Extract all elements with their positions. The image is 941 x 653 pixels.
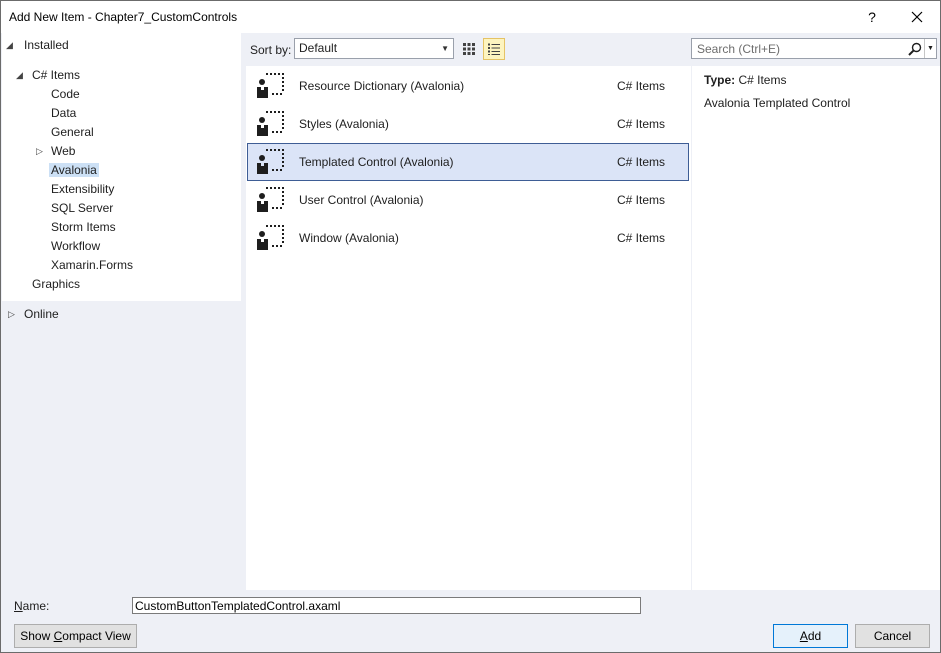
name-label: Name: <box>14 599 49 613</box>
avalonia-template-icon <box>257 73 284 98</box>
tree-item-workflow[interactable]: Workflow <box>51 237 100 256</box>
button-label-rest: dd <box>807 629 822 643</box>
item-category: C# Items <box>617 155 666 169</box>
button-label-rest: ompact View <box>62 629 131 643</box>
close-button[interactable] <box>894 1 940 32</box>
collapsed-arrow-icon[interactable]: ▷ <box>8 305 15 324</box>
tree-item-label: Avalonia <box>49 163 99 177</box>
tree-item-label: SQL Server <box>51 201 114 215</box>
tree-item-label: General <box>51 125 94 139</box>
search-icon <box>908 42 922 56</box>
tree-item-label: Web <box>51 144 76 158</box>
tree-item-label: Extensibility <box>51 182 115 196</box>
sort-dropdown[interactable]: Default ▼ <box>294 38 454 59</box>
item-category: C# Items <box>617 79 666 93</box>
tree-item-label: Code <box>51 87 80 101</box>
add-new-item-dialog: Add New Item - Chapter7_CustomControls ?… <box>0 0 941 653</box>
list-view-button[interactable] <box>483 38 505 60</box>
avalonia-template-icon <box>257 225 284 250</box>
item-category: C# Items <box>617 231 666 245</box>
name-field[interactable] <box>132 597 641 614</box>
tree-item-storm-items[interactable]: Storm Items <box>51 218 116 237</box>
help-icon: ? <box>868 8 876 25</box>
grid-view-icon <box>463 43 475 55</box>
tree-item-general[interactable]: General <box>51 123 94 142</box>
list-item-templated-control[interactable]: Templated Control (Avalonia) C# Items <box>247 143 689 181</box>
sort-value: Default <box>299 41 338 55</box>
tree-item-avalonia[interactable]: Avalonia <box>49 161 99 180</box>
button-label: Cancel <box>873 629 912 643</box>
detail-type: Type: C# Items <box>704 73 786 87</box>
list-item-window[interactable]: Window (Avalonia) C# Items <box>247 219 689 257</box>
detail-type-label: Type: <box>704 73 736 87</box>
name-label-rest: ame: <box>22 599 50 613</box>
template-tree: ◢ Installed ◢ C# Items Code Data General… <box>2 33 241 590</box>
sort-toolbar: Sort by: Default ▼ <box>246 37 686 61</box>
chevron-down-icon: ▼ <box>927 45 934 52</box>
list-item-resource-dictionary[interactable]: Resource Dictionary (Avalonia) C# Items <box>247 67 689 105</box>
detail-description: Avalonia Templated Control <box>704 96 851 110</box>
sort-label: Sort by: <box>250 43 292 57</box>
close-icon <box>911 11 923 22</box>
list-item-styles[interactable]: Styles (Avalonia) C# Items <box>247 105 689 143</box>
tree-item-label: Data <box>51 106 77 120</box>
details-panel: Type: C# Items Avalonia Templated Contro… <box>692 66 940 590</box>
search-options-dropdown[interactable]: ▼ <box>924 39 936 58</box>
tree-item-sql-server[interactable]: SQL Server <box>51 199 113 218</box>
cancel-button[interactable]: Cancel <box>855 624 930 648</box>
detail-type-value: C# Items <box>738 73 787 87</box>
tree-item-extensibility[interactable]: Extensibility <box>51 180 114 199</box>
tree-item-label: Installed <box>24 38 69 52</box>
window-title: Add New Item - Chapter7_CustomControls <box>9 10 238 24</box>
button-label-prefix: Show <box>20 629 54 643</box>
help-button[interactable]: ? <box>849 1 895 32</box>
expanded-arrow-icon: ◢ <box>6 40 13 50</box>
item-name: Resource Dictionary (Avalonia) <box>299 79 465 93</box>
grid-view-button[interactable] <box>458 38 480 60</box>
avalonia-template-icon <box>257 111 284 136</box>
button-label-mnemonic: A <box>799 629 808 643</box>
tree-item-label: Xamarin.Forms <box>51 258 134 272</box>
tree-item-label: Storm Items <box>51 220 116 234</box>
add-button[interactable]: Add <box>773 624 848 648</box>
tree-item-label: Workflow <box>51 239 101 253</box>
search-placeholder: Search (Ctrl+E) <box>697 42 781 56</box>
installed-section: ◢ Installed ◢ C# Items Code Data General… <box>2 33 241 301</box>
button-label-mnemonic: C <box>53 629 63 643</box>
avalonia-template-icon <box>257 149 284 174</box>
search-button[interactable] <box>906 40 924 57</box>
tree-item-label: Graphics <box>32 277 81 291</box>
list-item-user-control[interactable]: User Control (Avalonia) C# Items <box>247 181 689 219</box>
tree-item-label: Online <box>24 307 59 321</box>
item-name: Window (Avalonia) <box>299 231 399 245</box>
expanded-arrow-icon: ◢ <box>16 70 23 80</box>
collapsed-arrow-icon[interactable]: ▷ <box>36 142 43 161</box>
name-label-mnemonic: N <box>14 599 23 613</box>
list-view-icon <box>488 43 500 55</box>
item-category: C# Items <box>617 117 666 131</box>
chevron-down-icon: ▼ <box>441 44 449 53</box>
templates-list: Resource Dictionary (Avalonia) C# Items … <box>246 66 691 590</box>
search-input[interactable]: Search (Ctrl+E) ▼ <box>691 38 937 59</box>
tree-item-xamarin-forms[interactable]: Xamarin.Forms <box>51 256 133 275</box>
tree-item-code[interactable]: Code <box>51 85 80 104</box>
item-name: Styles (Avalonia) <box>299 117 389 131</box>
avalonia-template-icon <box>257 187 284 212</box>
item-category: C# Items <box>617 193 666 207</box>
tree-item-graphics[interactable]: Graphics <box>32 275 80 294</box>
show-compact-view-button[interactable]: Show Compact View <box>14 624 137 648</box>
title-bar: Add New Item - Chapter7_CustomControls ? <box>1 1 940 33</box>
item-name: User Control (Avalonia) <box>299 193 424 207</box>
item-name: Templated Control (Avalonia) <box>299 155 454 169</box>
tree-item-label: C# Items <box>32 68 81 82</box>
tree-item-data[interactable]: Data <box>51 104 76 123</box>
